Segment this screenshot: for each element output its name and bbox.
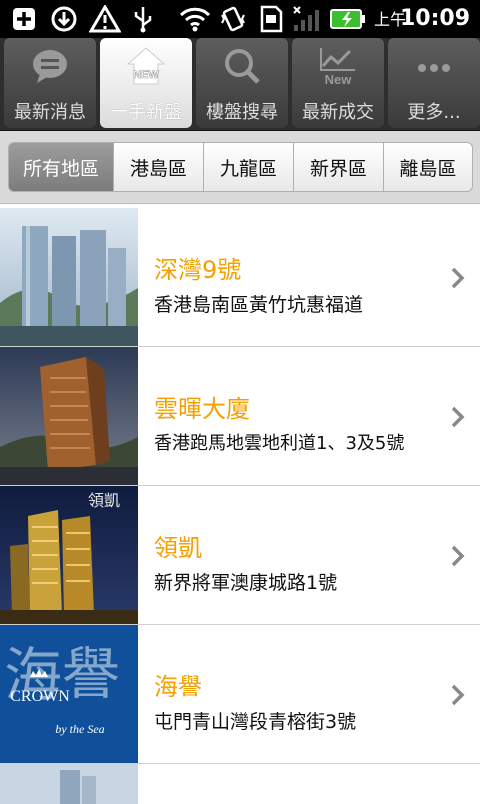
listing-address: 新界將軍澳康城路1號 [154,572,338,594]
tab-more[interactable]: 更多... [388,38,480,128]
brown-tower-photo [0,347,138,485]
twin-towers-photo [0,208,138,346]
listing-address: 香港跑馬地雲地利道1、3及5號 [154,433,405,454]
region-hk-island[interactable]: 港島區 [113,142,204,192]
region-label: 離島區 [399,157,457,180]
list-item[interactable]: 海譽 CROWN by the Sea 海譽 屯門青山灣段青榕街3號 [0,625,480,764]
wifi-icon [178,5,212,33]
tab-new-launches[interactable]: NEW 一手新盤 [100,38,192,128]
list-item[interactable]: 雲暉大廈 香港跑馬地雲地利道1、3及5號 [0,347,480,486]
list-item-partial[interactable] [0,764,480,804]
main-tab-bar: 最新消息 NEW 一手新盤 樓盤搜尋 New 最新成交 更多... [0,38,480,131]
crown-by-the-sea-logo: 海譽 CROWN by the Sea [0,625,138,763]
add-icon [10,5,38,33]
battery-charging-icon [330,5,366,33]
more-dots-icon [418,64,450,72]
tab-latest-transactions[interactable]: New 最新成交 [292,38,384,128]
signal-icon [292,5,322,33]
gold-towers-photo: 領凱 [0,486,138,624]
list-item[interactable]: 深灣9號 香港島南區黃竹坑惠福道 [0,208,480,347]
new-label-text: New [325,72,353,86]
chevron-right-icon [451,267,465,289]
warning-icon [88,5,122,33]
usb-icon [130,5,156,33]
tab-label: 更多... [407,102,461,123]
tab-property-search[interactable]: 樓盤搜尋 [196,38,288,128]
speech-bubble-icon [33,50,67,83]
region-kowloon[interactable]: 九龍區 [203,142,294,192]
tab-latest-news[interactable]: 最新消息 [4,38,96,128]
tab-label: 一手新盤 [110,102,182,123]
chevron-right-icon [451,684,465,706]
region-label: 港島區 [129,157,187,180]
chevron-right-icon [451,406,465,428]
tab-label: 最新消息 [14,102,86,123]
listing-title: 深灣9號 [154,256,242,284]
status-bar: 上午 10:09 [0,0,480,38]
new-home-icon: NEW [126,47,166,85]
clock-time: 10:09 [399,6,470,31]
list-item[interactable]: 領凱 領凱 新界將軍澳康城路1號 [0,486,480,625]
tab-label: 樓盤搜尋 [206,102,278,123]
region-new-territories[interactable]: 新界區 [293,142,384,192]
new-badge-text: NEW [133,69,159,81]
listing-title: 雲暉大廈 [154,395,250,423]
new-chart-icon: New [320,48,355,86]
region-label: 九龍區 [219,157,277,180]
listing-address: 屯門青山灣段青榕街3號 [154,711,357,733]
logo-caption: 領凱 [88,492,120,510]
logo-byline: by the Sea [55,722,104,736]
search-icon [225,49,260,84]
sd-card-icon [256,5,286,33]
chevron-right-icon [451,545,465,567]
listing-address: 香港島南區黃竹坑惠福道 [154,294,364,316]
region-all[interactable]: 所有地區 [8,142,114,192]
listing-title: 海譽 [154,673,202,701]
building-photo [0,764,138,804]
vibrate-icon [218,5,248,33]
region-label: 新界區 [309,157,367,180]
download-icon [48,5,80,33]
region-islands[interactable]: 離島區 [383,142,473,192]
logo-crown: CROWN [10,688,70,705]
tab-label: 最新成交 [302,102,374,123]
listing-title: 領凱 [154,534,202,562]
region-label: 所有地區 [22,157,99,180]
region-filter-bar: 所有地區 港島區 九龍區 新界區 離島區 [0,131,480,204]
